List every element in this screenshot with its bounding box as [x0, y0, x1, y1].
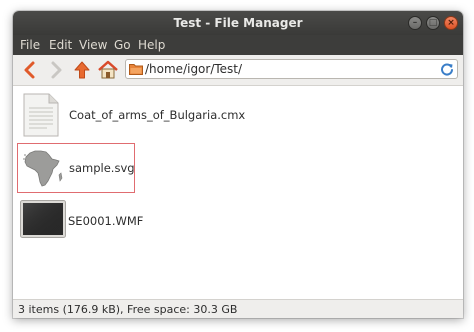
menu-help[interactable]: Help — [138, 35, 165, 55]
file-manager-window: Test - File Manager – □ × File Edit View… — [13, 11, 463, 318]
reload-icon[interactable] — [440, 62, 454, 76]
africa-map-thumbnail-icon — [23, 150, 63, 187]
minimize-button[interactable]: – — [408, 16, 422, 30]
status-text: 3 items (176.9 kB), Free space: 30.3 GB — [18, 303, 238, 316]
file-view[interactable]: Coat_of_arms_of_Bulgaria.cmx sample.svg — [13, 86, 463, 299]
location-path: /home/igor/Test/ — [145, 62, 243, 76]
forward-button[interactable] — [45, 59, 67, 81]
file-name: sample.svg — [69, 161, 135, 175]
window-title: Test - File Manager — [173, 16, 303, 30]
status-bar: 3 items (176.9 kB), Free space: 30.3 GB — [13, 299, 463, 318]
minimize-icon: – — [412, 18, 418, 28]
file-name: SE0001.WMF — [68, 214, 144, 228]
file-name: Coat_of_arms_of_Bulgaria.cmx — [69, 108, 246, 122]
file-item-svg[interactable]: sample.svg — [17, 143, 135, 193]
close-icon: × — [447, 18, 455, 28]
menu-file[interactable]: File — [20, 35, 40, 55]
back-button[interactable] — [19, 59, 41, 81]
title-bar[interactable]: Test - File Manager – □ × — [13, 11, 463, 35]
file-item-wmf[interactable]: SE0001.WMF — [17, 196, 143, 246]
folder-icon — [129, 64, 143, 75]
home-button[interactable] — [97, 59, 119, 81]
close-button[interactable]: × — [444, 16, 458, 30]
dark-image-thumbnail-icon — [20, 200, 66, 238]
maximize-icon: □ — [428, 18, 438, 28]
up-icon — [74, 61, 90, 79]
menu-go[interactable]: Go — [114, 35, 131, 55]
back-icon — [24, 61, 35, 79]
menu-view[interactable]: View — [79, 35, 107, 55]
document-icon — [23, 93, 59, 137]
home-icon — [98, 60, 118, 79]
file-item-cmx[interactable]: Coat_of_arms_of_Bulgaria.cmx — [17, 90, 245, 140]
maximize-button[interactable]: □ — [426, 16, 440, 30]
location-bar[interactable]: /home/igor/Test/ — [125, 59, 458, 79]
menu-bar: File Edit View Go Help — [13, 35, 463, 55]
up-button[interactable] — [71, 59, 93, 81]
forward-icon — [51, 61, 62, 79]
menu-edit[interactable]: Edit — [49, 35, 72, 55]
